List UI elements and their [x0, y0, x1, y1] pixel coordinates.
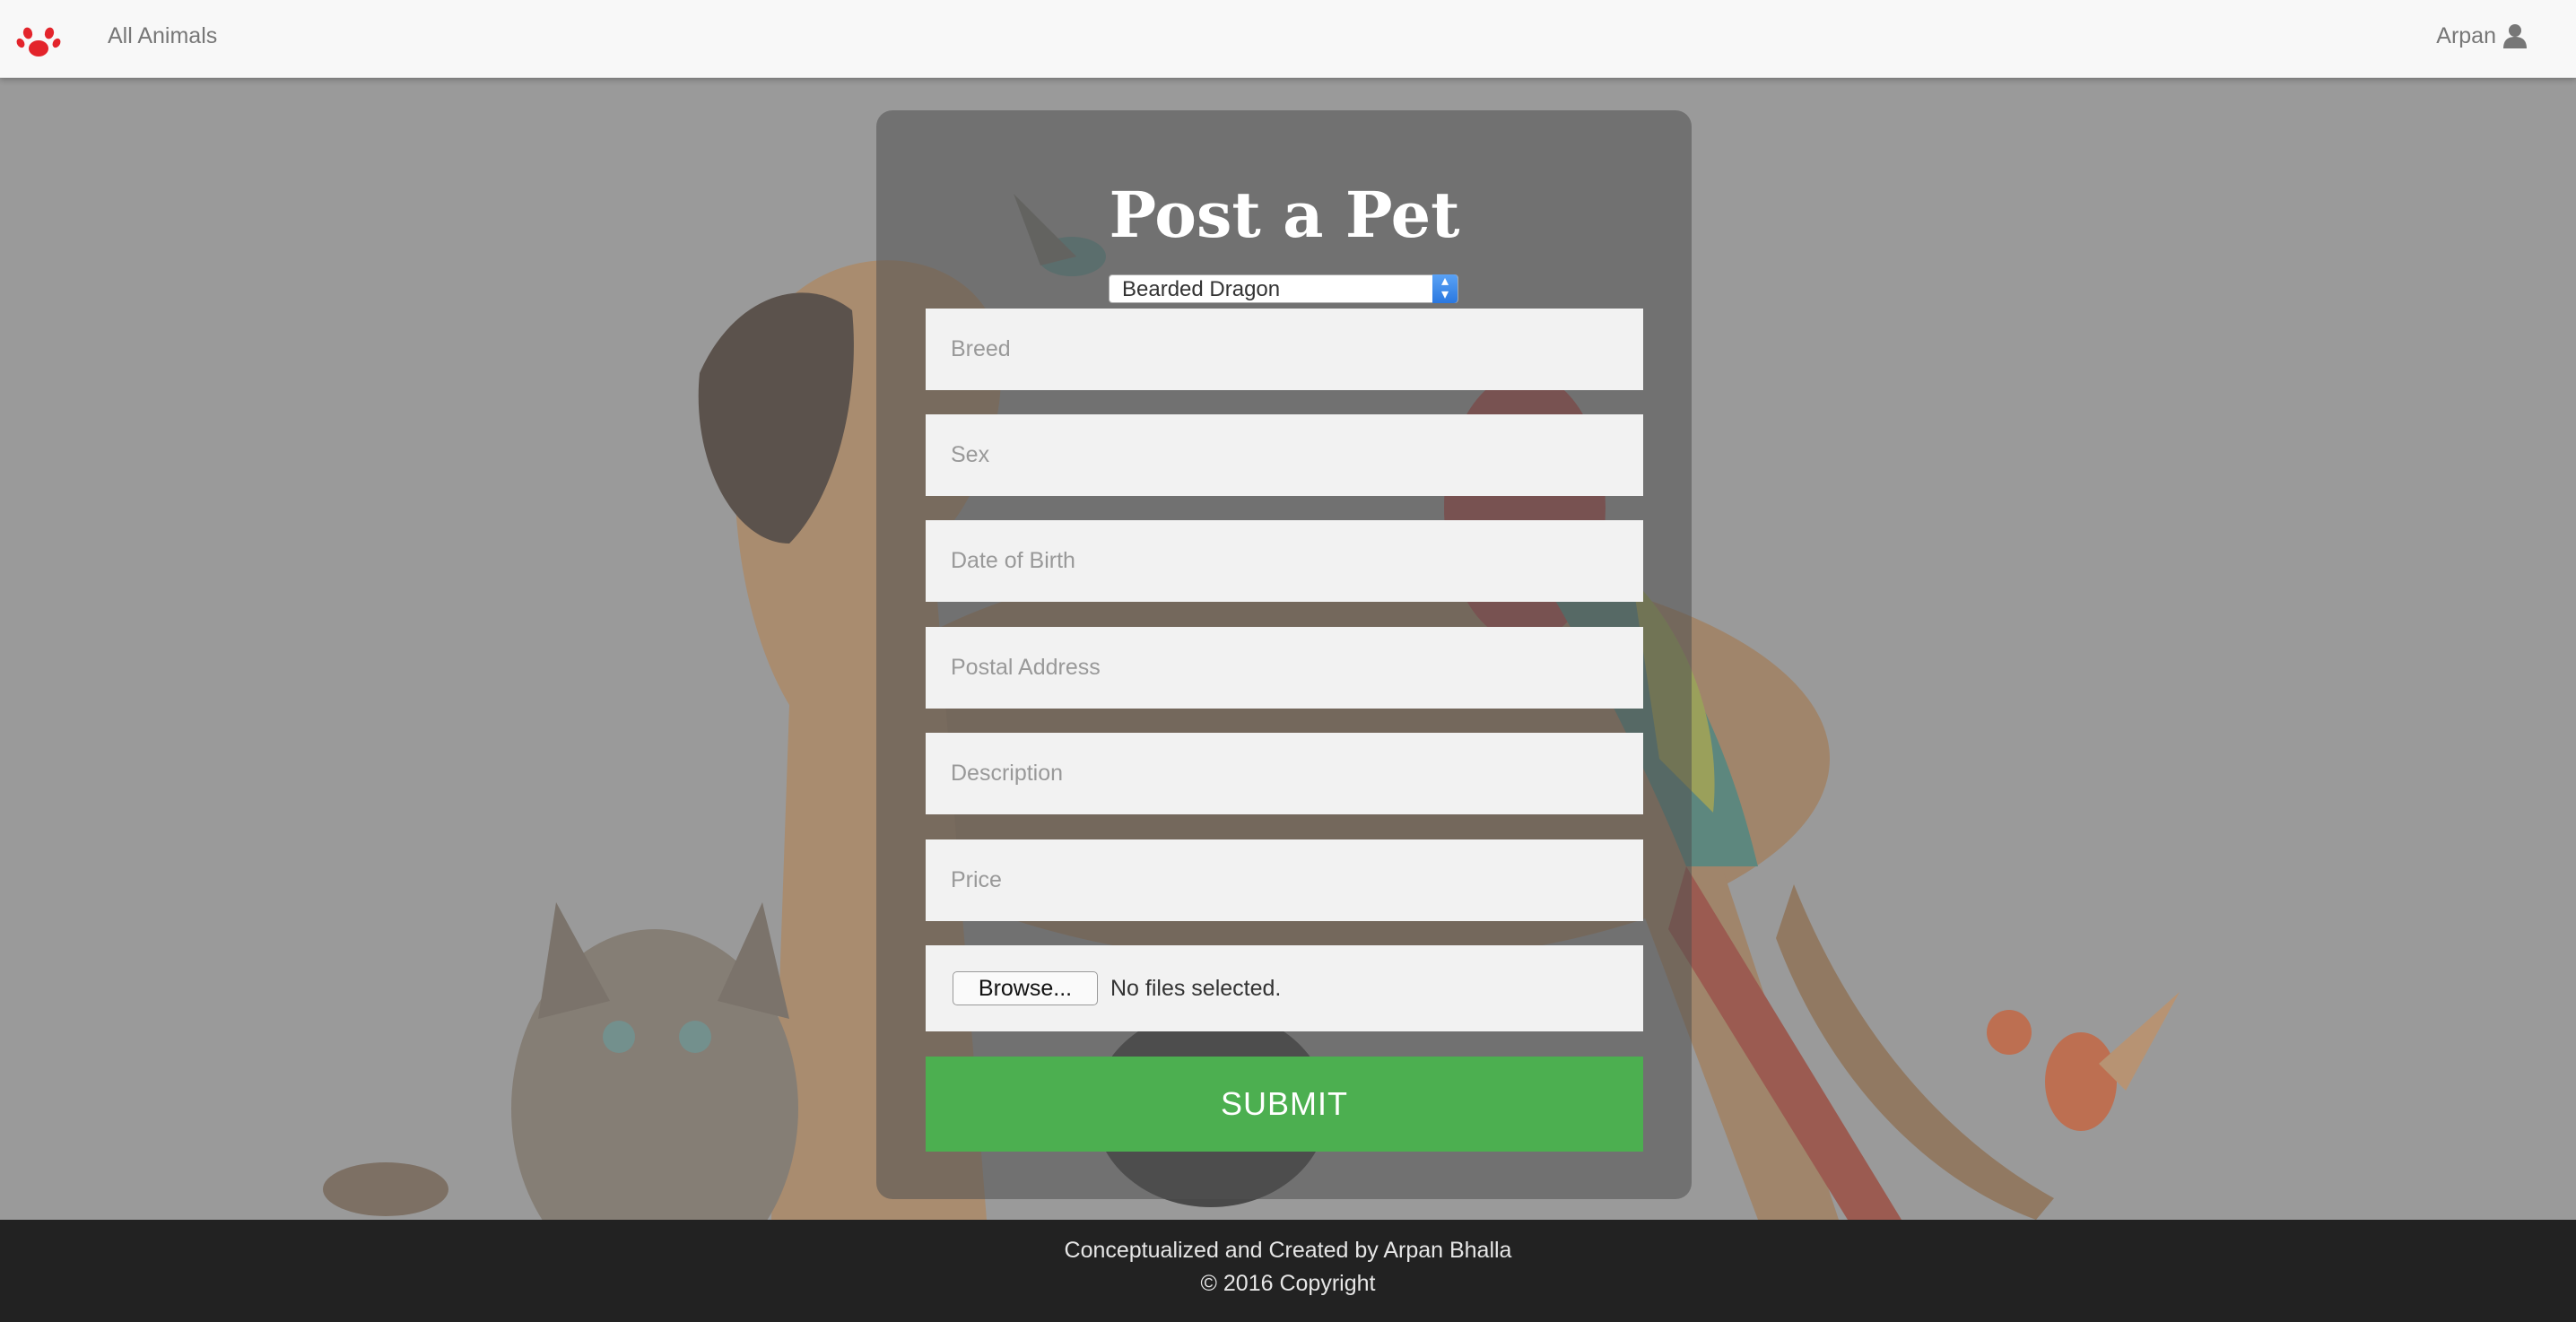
footer: Conceptualized and Created by Arpan Bhal… [0, 1220, 2576, 1322]
paw-icon[interactable] [16, 18, 61, 63]
browse-button[interactable]: Browse... [953, 971, 1098, 1005]
user-name[interactable]: Arpan [2436, 22, 2496, 50]
footer-copyright: © 2016 Copyright [1200, 1271, 1376, 1296]
submit-button[interactable]: SUBMIT [926, 1057, 1643, 1152]
postal-address-field[interactable] [926, 627, 1643, 709]
user-menu[interactable]: Arpan [2436, 22, 2527, 50]
date-of-birth-field[interactable] [926, 520, 1643, 602]
nav-link-all-animals[interactable]: All Animals [108, 22, 217, 50]
price-field[interactable] [926, 839, 1643, 921]
footer-credit: Conceptualized and Created by Arpan Bhal… [1064, 1238, 1512, 1263]
navbar: All Animals Arpan [0, 0, 2576, 78]
description-field[interactable] [926, 733, 1643, 814]
sex-field[interactable] [926, 414, 1643, 496]
file-status: No files selected. [1110, 975, 1282, 1001]
breed-field[interactable] [926, 309, 1643, 390]
file-upload-row: Browse... No files selected. [926, 945, 1643, 1031]
user-icon[interactable] [2503, 23, 2527, 48]
animal-type-selected: Bearded Dragon [1122, 277, 1281, 301]
page-title: Post a Pet [1109, 178, 1460, 252]
animal-type-select[interactable]: Bearded Dragon ▴ ▾ [1109, 274, 1458, 303]
chevron-updown-icon[interactable]: ▴ ▾ [1432, 274, 1458, 303]
